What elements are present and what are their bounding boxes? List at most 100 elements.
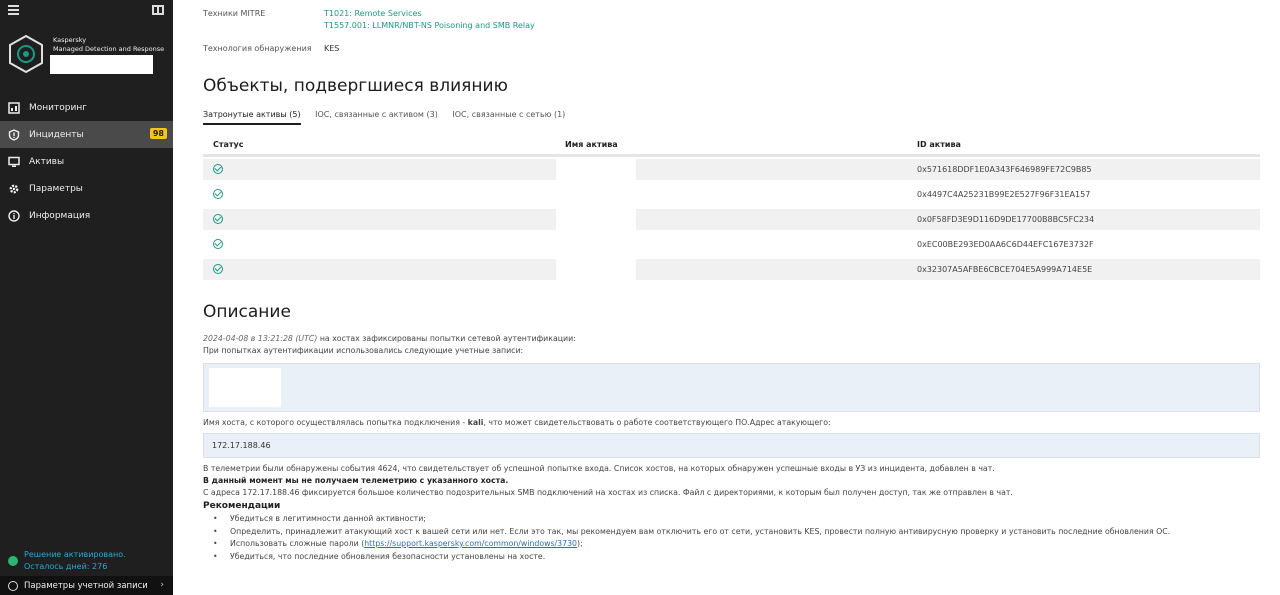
main-content: Техники MITRE T1021: Remote Services T15… xyxy=(173,0,1280,595)
kaspersky-logo xyxy=(9,35,43,73)
brand: Kaspersky Managed Detection and Response xyxy=(8,35,168,77)
book-icon[interactable] xyxy=(152,5,164,15)
asset-id-cell: 0x32307A5AFBE6CBCE704E5A999A714E5E xyxy=(636,259,1260,280)
asset-id-cell: 0x4497C4A25231B99E2E527F96F31EA157 xyxy=(636,184,1260,205)
status-cell xyxy=(203,234,556,255)
status-ok-icon xyxy=(213,239,223,249)
sidebar-item-label: Активы xyxy=(29,156,65,167)
hamburger-menu-icon[interactable] xyxy=(8,5,19,15)
list-item-text: Использовать сложные пароли ( xyxy=(230,539,365,548)
sidebar-item-settings[interactable]: Параметры xyxy=(0,175,173,202)
tab-asset-ioc[interactable]: IOC, связанные с активом (3) xyxy=(315,110,438,125)
assets-icon xyxy=(8,156,20,168)
status-cell xyxy=(203,209,556,230)
column-header-status[interactable]: Статус xyxy=(213,140,244,149)
description-text: , что может свидетельствовать о работе с… xyxy=(483,418,831,427)
asset-id: 0x0F58FD3E9D116D9DE17700B8BC5FC234 xyxy=(917,215,1095,224)
sidebar-item-info[interactable]: Информация xyxy=(0,202,173,229)
assets-table: Статус Имя актива ID актива 0x571618DDF1… xyxy=(203,133,1260,282)
status-cell xyxy=(203,159,556,180)
info-icon xyxy=(8,209,20,222)
sidebar-item-label: Параметры xyxy=(29,183,83,194)
asset-id-cell: 0x0F58FD3E9D116D9DE17700B8BC5FC234 xyxy=(636,209,1260,230)
detection-tech-label: Технология обнаружения xyxy=(203,44,312,53)
list-item-text: ); xyxy=(577,539,583,548)
table-row[interactable]: 0x32307A5AFBE6CBCE704E5A999A714E5E xyxy=(203,257,1260,282)
sidebar-item-label: Инциденты xyxy=(29,129,84,140)
account-settings-label: Параметры учетной записи xyxy=(24,580,148,591)
incidents-icon xyxy=(8,128,20,141)
description-title: Описание xyxy=(203,302,291,322)
status-ok-icon xyxy=(213,264,223,274)
asset-id: 0x571618DDF1E0A343F646989FE72C9B85 xyxy=(917,165,1092,174)
asset-id-cell: 0xEC00BE293ED0AA6C6D44EFC167E3732F xyxy=(636,234,1260,255)
asset-name-cell xyxy=(556,209,636,230)
sidebar-nav: Мониторинг Инциденты 98 Активы Параметры xyxy=(0,94,173,229)
license-check-icon xyxy=(8,556,18,566)
description-line: При попытках аутентификации использовали… xyxy=(203,346,524,355)
table-row[interactable]: 0x0F58FD3E9D116D9DE17700B8BC5FC234 xyxy=(203,207,1260,232)
attacker-ip: 172.17.188.46 xyxy=(212,441,271,450)
affected-objects-title: Объекты, подвергшиеся влиянию xyxy=(203,76,508,96)
asset-name-cell xyxy=(556,234,636,255)
tab-network-ioc[interactable]: IOC, связанные с сетью (1) xyxy=(452,110,565,125)
tenant-selector[interactable] xyxy=(50,55,153,74)
incident-timestamp: 2024-04-08 в 13:21:28 (UTC) xyxy=(203,334,318,343)
account-settings-button[interactable]: Параметры учетной записи › xyxy=(0,576,173,595)
status-cell xyxy=(203,184,556,205)
asset-id: 0xEC00BE293ED0AA6C6D44EFC167E3732F xyxy=(917,240,1094,249)
status-cell xyxy=(203,259,556,280)
sidebar-item-incidents[interactable]: Инциденты 98 xyxy=(0,121,173,148)
asset-name-cell xyxy=(556,184,636,205)
column-header-asset-name[interactable]: Имя актива xyxy=(565,140,618,149)
status-ok-icon xyxy=(213,189,223,199)
chevron-right-icon: › xyxy=(160,580,164,590)
list-item: Убедиться в легитимности данной активнос… xyxy=(213,514,1170,527)
sidebar-top-bar xyxy=(0,0,173,24)
status-ok-icon xyxy=(213,164,223,174)
asset-name-cell xyxy=(556,259,636,280)
sidebar-item-label: Информация xyxy=(29,210,91,221)
description-line: 2024-04-08 в 13:21:28 (UTC) на хостах за… xyxy=(203,334,576,343)
mitre-technique-link[interactable]: T1021: Remote Services xyxy=(324,9,422,18)
status-ok-icon xyxy=(213,214,223,224)
incidents-count-badge: 98 xyxy=(149,128,167,139)
list-item: Использовать сложные пароли (https://sup… xyxy=(213,539,1170,552)
list-item: Убедиться, что последние обновления безо… xyxy=(213,552,1170,565)
description-line: В телеметрии были обнаружены события 462… xyxy=(203,464,995,473)
attacker-ip-box: 172.17.188.46 xyxy=(203,433,1260,458)
redacted-accounts xyxy=(209,368,281,407)
column-header-asset-id[interactable]: ID актива xyxy=(917,140,961,149)
asset-id: 0x4497C4A25231B99E2E527F96F31EA157 xyxy=(917,190,1091,199)
description-line: Имя хоста, с которого осуществлялась поп… xyxy=(203,418,831,427)
sidebar-item-monitoring[interactable]: Мониторинг xyxy=(0,94,173,121)
brand-name: Kaspersky Managed Detection and Response xyxy=(53,36,164,54)
recommendations-title: Рекомендации xyxy=(203,501,281,511)
recommendations-list: Убедиться в легитимности данной активнос… xyxy=(213,514,1170,564)
brand-line2: Managed Detection and Response xyxy=(53,45,165,53)
asset-id-cell: 0x571618DDF1E0A343F646989FE72C9B85 xyxy=(636,159,1260,180)
detection-tech-value: KES xyxy=(324,44,340,53)
affected-tabs: Затронутые активы (5) IOC, связанные с а… xyxy=(203,110,577,126)
sidebar-item-assets[interactable]: Активы xyxy=(0,148,173,175)
mitre-technique-link[interactable]: T1557.001: LLMNR/NBT-NS Poisoning and SM… xyxy=(324,21,535,30)
password-guide-link[interactable]: https://support.kaspersky.com/common/win… xyxy=(364,539,577,548)
description-text: Имя хоста, с которого осуществлялась поп… xyxy=(203,418,468,427)
table-row[interactable]: 0x4497C4A25231B99E2E527F96F31EA157 xyxy=(203,182,1260,207)
asset-name-cell xyxy=(556,159,636,180)
list-item: Определить, принадлежит атакующий хост к… xyxy=(213,527,1170,540)
description-text: на хостах зафиксированы попытки сетевой … xyxy=(317,334,576,343)
sidebar: Kaspersky Managed Detection and Response… xyxy=(0,0,173,595)
description-line-bold: В данный момент мы не получаем телеметри… xyxy=(203,476,509,485)
license-days-left: Осталось дней: 276 xyxy=(24,562,108,571)
license-status-text: Решение активировано. xyxy=(24,550,126,559)
user-icon xyxy=(8,580,18,591)
table-header: Статус Имя актива ID актива xyxy=(203,133,1260,157)
brand-line1: Kaspersky xyxy=(53,36,87,44)
table-row[interactable]: 0x571618DDF1E0A343F646989FE72C9B85 xyxy=(203,157,1260,182)
table-row[interactable]: 0xEC00BE293ED0AA6C6D44EFC167E3732F xyxy=(203,232,1260,257)
asset-id: 0x32307A5AFBE6CBCE704E5A999A714E5E xyxy=(917,265,1093,274)
description-line: С адреса 172.17.188.46 фиксируется больш… xyxy=(203,488,1013,497)
accounts-box xyxy=(203,363,1260,412)
tab-affected-assets[interactable]: Затронутые активы (5) xyxy=(203,110,301,125)
